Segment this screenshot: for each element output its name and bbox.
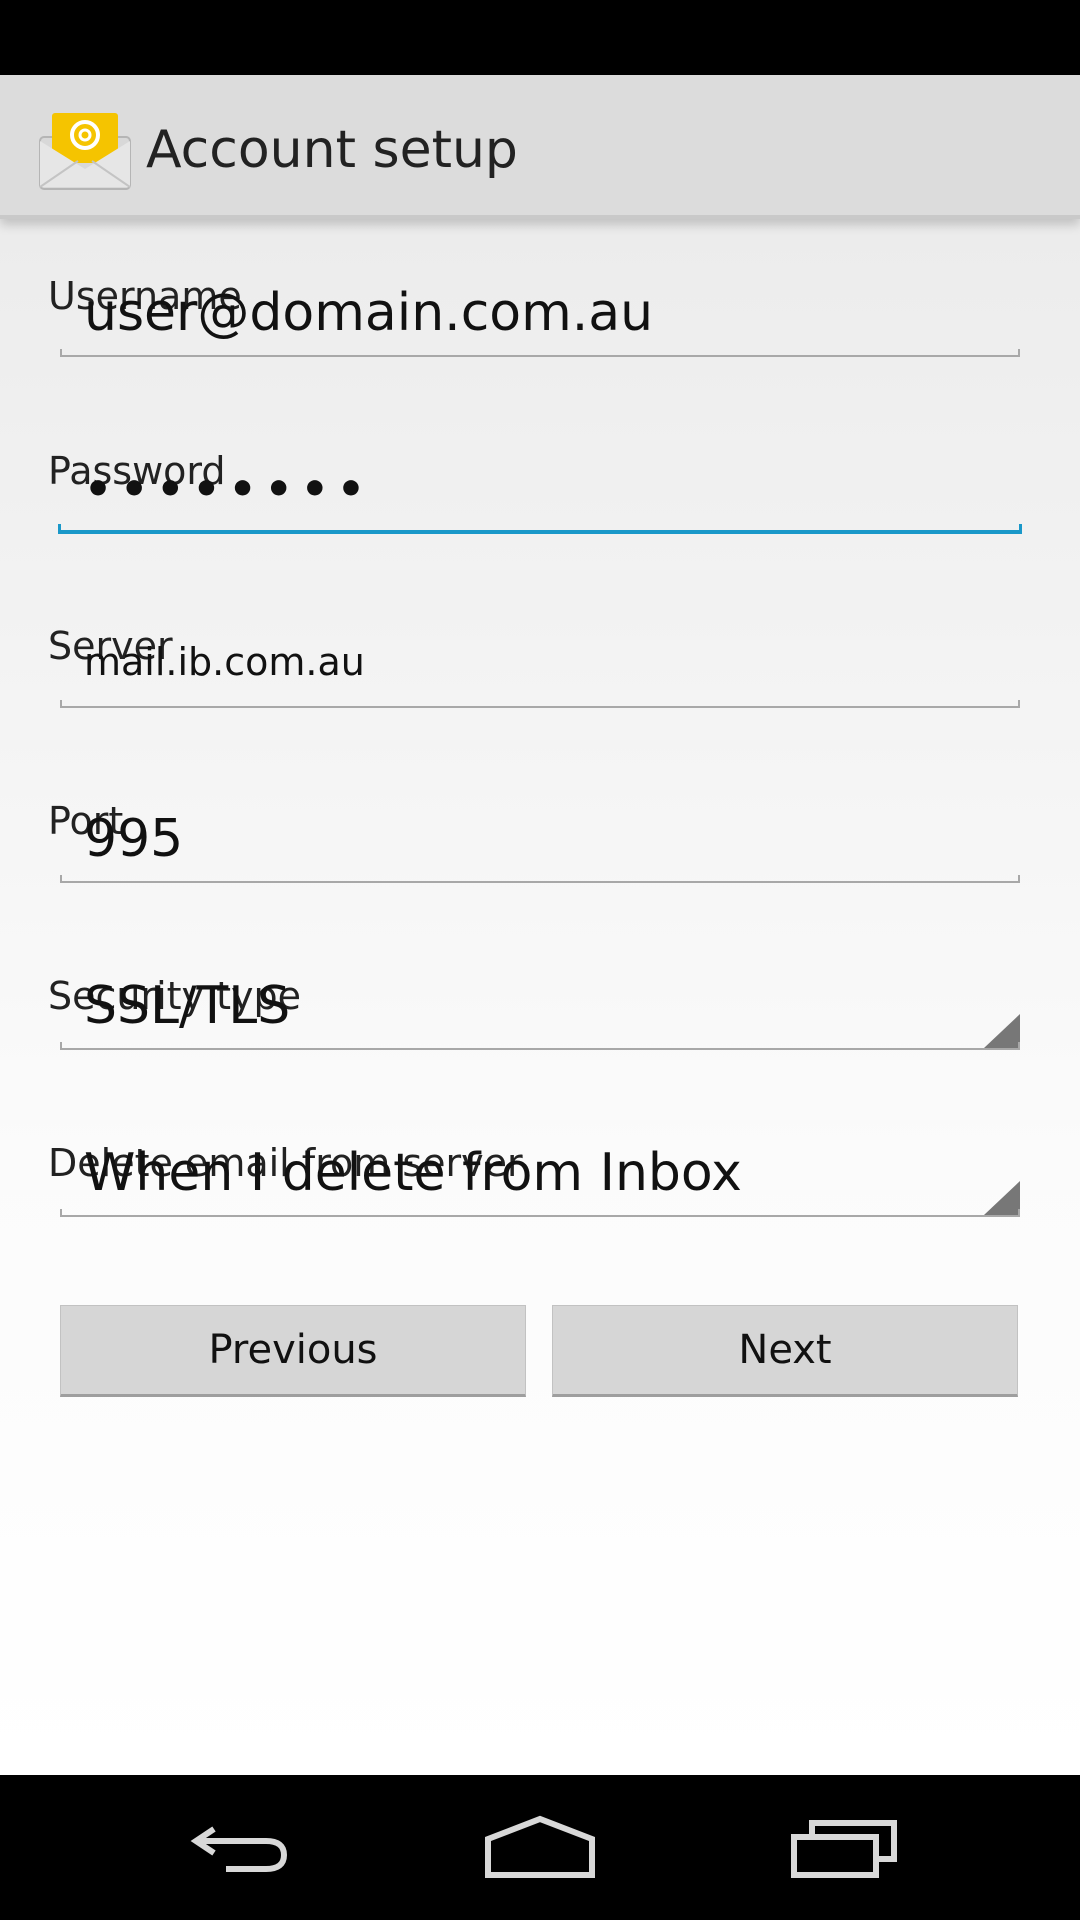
home-icon[interactable] <box>484 1815 596 1879</box>
status-bar <box>0 0 1080 75</box>
port-value: 995 <box>84 809 184 869</box>
navigation-bar <box>0 1775 1080 1920</box>
back-icon[interactable] <box>186 1815 294 1879</box>
security-type-value: SSL/TLS <box>84 976 291 1036</box>
page-title: Account setup <box>146 120 518 180</box>
next-button[interactable]: Next <box>552 1305 1018 1397</box>
security-type-spinner[interactable]: SSL/TLS <box>60 972 1020 1050</box>
delete-email-underline <box>60 1209 1020 1217</box>
action-bar-divider <box>0 215 1080 219</box>
security-type-underline <box>60 1042 1020 1050</box>
password-value: •••••••• <box>84 464 373 515</box>
port-field[interactable]: 995 <box>60 805 1020 883</box>
dropdown-corner-icon <box>984 1181 1020 1215</box>
account-setup-form: Username user@domain.com.au Password •••… <box>0 219 1080 1775</box>
username-field[interactable]: user@domain.com.au <box>60 279 1020 357</box>
username-value: user@domain.com.au <box>84 283 654 343</box>
email-envelope-icon <box>39 113 131 190</box>
server-field[interactable]: mail.ib.com.au <box>60 630 1020 708</box>
previous-button[interactable]: Previous <box>60 1305 526 1397</box>
server-underline <box>60 700 1020 708</box>
server-value: mail.ib.com.au <box>84 640 365 684</box>
password-field[interactable]: •••••••• <box>58 456 1022 534</box>
recent-apps-icon[interactable] <box>790 1815 898 1879</box>
delete-email-value: When I delete from Inbox <box>84 1143 742 1203</box>
password-underline <box>58 524 1022 534</box>
username-underline <box>60 349 1020 357</box>
action-bar: Account setup <box>0 75 1080 219</box>
dropdown-corner-icon <box>984 1014 1020 1048</box>
delete-email-spinner[interactable]: When I delete from Inbox <box>60 1139 1020 1217</box>
port-underline <box>60 875 1020 883</box>
